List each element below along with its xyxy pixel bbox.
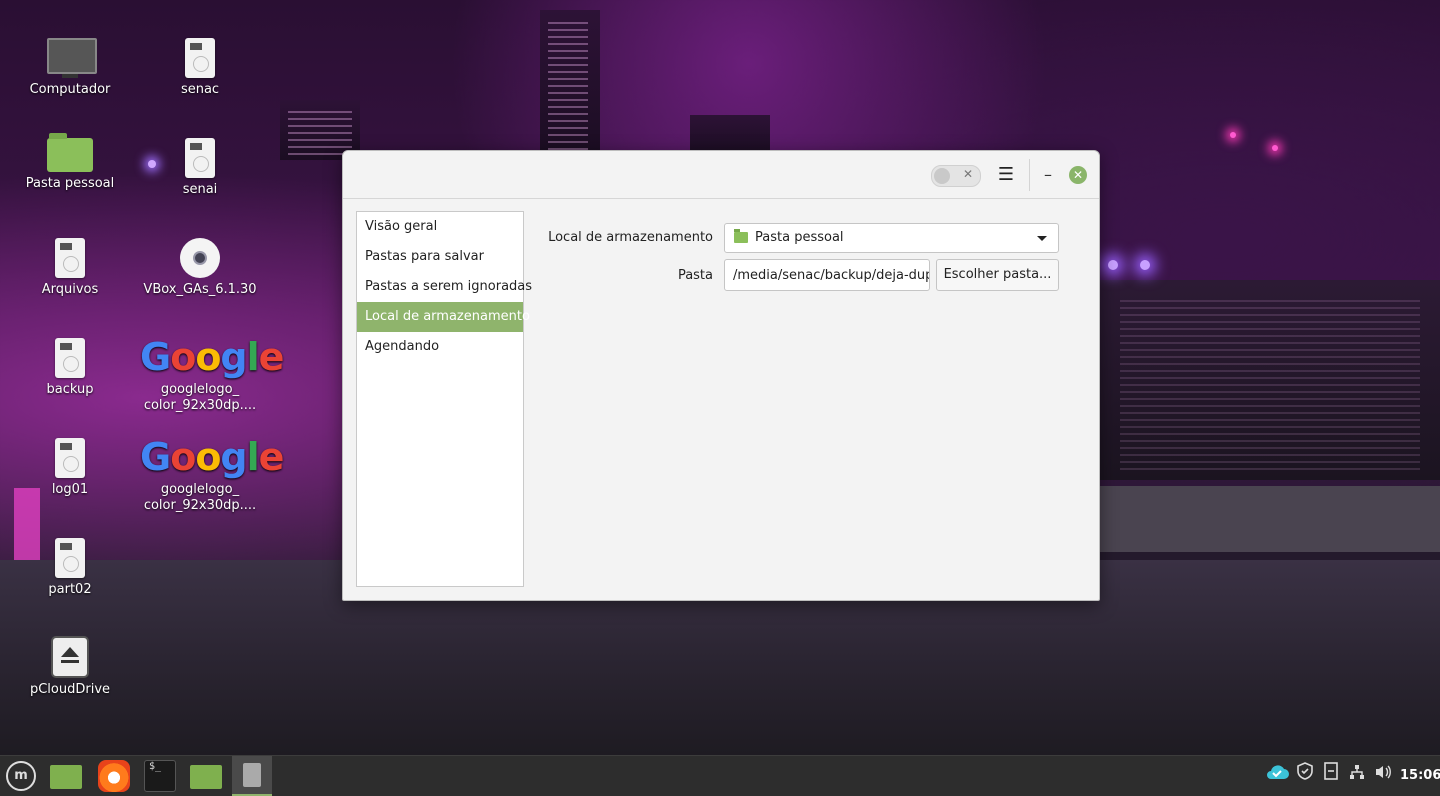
eject-drive-icon: [51, 636, 89, 678]
safe-icon: [243, 763, 261, 787]
storage-location-label: Local de armazenamento: [548, 230, 713, 245]
desktop-icon-label: googlelogo_ color_92x30dp....: [143, 482, 257, 513]
firefox-icon[interactable]: [98, 760, 130, 792]
folder-path-input[interactable]: [725, 261, 929, 289]
drive-icon: [55, 438, 85, 478]
backup-app-icon[interactable]: [232, 756, 272, 796]
wallpaper-light: [1108, 260, 1118, 270]
desktop-icon-vbox[interactable]: VBox_GAs_6.1.30: [140, 238, 260, 298]
desktop-icon-label: senai: [182, 182, 218, 197]
desktop-icon-arquivos[interactable]: Arquivos: [10, 238, 130, 298]
storage-location-value: Pasta pessoal: [755, 230, 844, 245]
files-icon[interactable]: [50, 765, 82, 789]
backup-preferences-window: ✕ ☰ – ✕ Visão geral Pastas para salvar P…: [342, 150, 1100, 601]
clock[interactable]: 15:06: [1400, 756, 1440, 796]
wallpaper-lights: [1120, 300, 1420, 470]
desktop-icon-label: Computador: [29, 82, 111, 97]
backup-toggle-switch[interactable]: ✕: [931, 165, 981, 187]
desktop-icon-label: log01: [51, 482, 89, 497]
wallpaper-light: [1140, 260, 1150, 270]
drive-icon: [55, 238, 85, 278]
minimize-button[interactable]: –: [1039, 163, 1057, 187]
desktop-icon-computador[interactable]: Computador: [10, 38, 130, 98]
wallpaper-tower: [690, 115, 770, 155]
desktop-icon-senai[interactable]: senai: [140, 138, 260, 198]
desktop-icon-label: pCloudDrive: [29, 682, 111, 697]
switch-off-icon: ✕: [962, 167, 973, 181]
google-logo-thumbnail: Google: [140, 435, 284, 479]
switch-knob: [934, 168, 950, 184]
menu-icon[interactable]: m: [6, 761, 36, 791]
chevron-down-icon: [1037, 236, 1047, 241]
desktop-icon-backup[interactable]: backup: [10, 338, 130, 398]
folder-label: Pasta: [677, 268, 713, 283]
sidebar-item-pastas-para-salvar[interactable]: Pastas para salvar: [357, 242, 523, 272]
drive-icon: [185, 38, 215, 78]
volume-icon[interactable]: [1372, 756, 1394, 796]
cd-icon: [180, 238, 220, 278]
desktop-icon-label: backup: [46, 382, 94, 397]
settings-sidebar: Visão geral Pastas para salvar Pastas a …: [356, 211, 532, 587]
wallpaper-wall: [1098, 486, 1440, 552]
network-icon[interactable]: [1346, 756, 1368, 796]
taskbar: m $_ 15:06: [0, 755, 1440, 796]
terminal-icon[interactable]: $_: [144, 760, 176, 792]
desktop-icon-log01[interactable]: log01: [10, 438, 130, 498]
close-button[interactable]: ✕: [1069, 166, 1087, 184]
wallpaper-lights: [288, 110, 352, 155]
desktop-icon-pasta-pessoal[interactable]: Pasta pessoal: [10, 133, 130, 192]
wallpaper-light: [1272, 145, 1278, 151]
choose-folder-button[interactable]: Escolher pasta...: [936, 259, 1059, 291]
folder-icon: [734, 229, 748, 243]
hamburger-menu-icon[interactable]: ☰: [995, 163, 1017, 187]
folder-path-field[interactable]: [724, 259, 930, 291]
desktop-icon-label: googlelogo_ color_92x30dp....: [143, 382, 257, 413]
files-icon[interactable]: [190, 765, 222, 789]
sidebar-item-agendando[interactable]: Agendando: [357, 332, 523, 362]
desktop-icon-label: part02: [48, 582, 92, 597]
wallpaper-lights: [548, 20, 588, 150]
wallpaper-light: [1230, 132, 1236, 138]
desktop-icon-label: Pasta pessoal: [25, 176, 115, 191]
drive-icon: [185, 138, 215, 178]
desktop-icon-part02[interactable]: part02: [10, 538, 130, 598]
drive-icon: [55, 538, 85, 578]
titlebar: ✕ ☰ – ✕: [343, 151, 1099, 199]
pcloud-sync-icon[interactable]: [1264, 756, 1290, 796]
desktop-icon-label: senac: [180, 82, 220, 97]
sidebar-item-visao-geral[interactable]: Visão geral: [357, 212, 523, 242]
computer-icon: [47, 38, 97, 78]
google-logo-thumbnail: Google: [140, 335, 284, 379]
desktop-icon-googlelogo-1[interactable]: Google googlelogo_ color_92x30dp....: [140, 335, 284, 414]
desktop-icon-pclouddrive[interactable]: pCloudDrive: [10, 636, 130, 698]
shield-icon[interactable]: [1294, 756, 1316, 796]
drive-icon: [55, 338, 85, 378]
titlebar-separator: [1029, 159, 1030, 191]
desktop-icon-label: VBox_GAs_6.1.30: [143, 282, 257, 297]
desktop-icon-label: Arquivos: [41, 282, 99, 297]
desktop-icon-senac[interactable]: senac: [140, 38, 260, 98]
sidebar-item-pastas-ignoradas[interactable]: Pastas a serem ignoradas: [357, 272, 532, 302]
home-folder-icon: [47, 133, 93, 172]
sidebar-item-local-de-armazenamento[interactable]: Local de armazenamento: [357, 302, 530, 332]
storage-location-select[interactable]: Pasta pessoal: [724, 223, 1059, 253]
notes-icon[interactable]: [1320, 756, 1342, 796]
desktop-icon-googlelogo-2[interactable]: Google googlelogo_ color_92x30dp....: [140, 435, 284, 514]
